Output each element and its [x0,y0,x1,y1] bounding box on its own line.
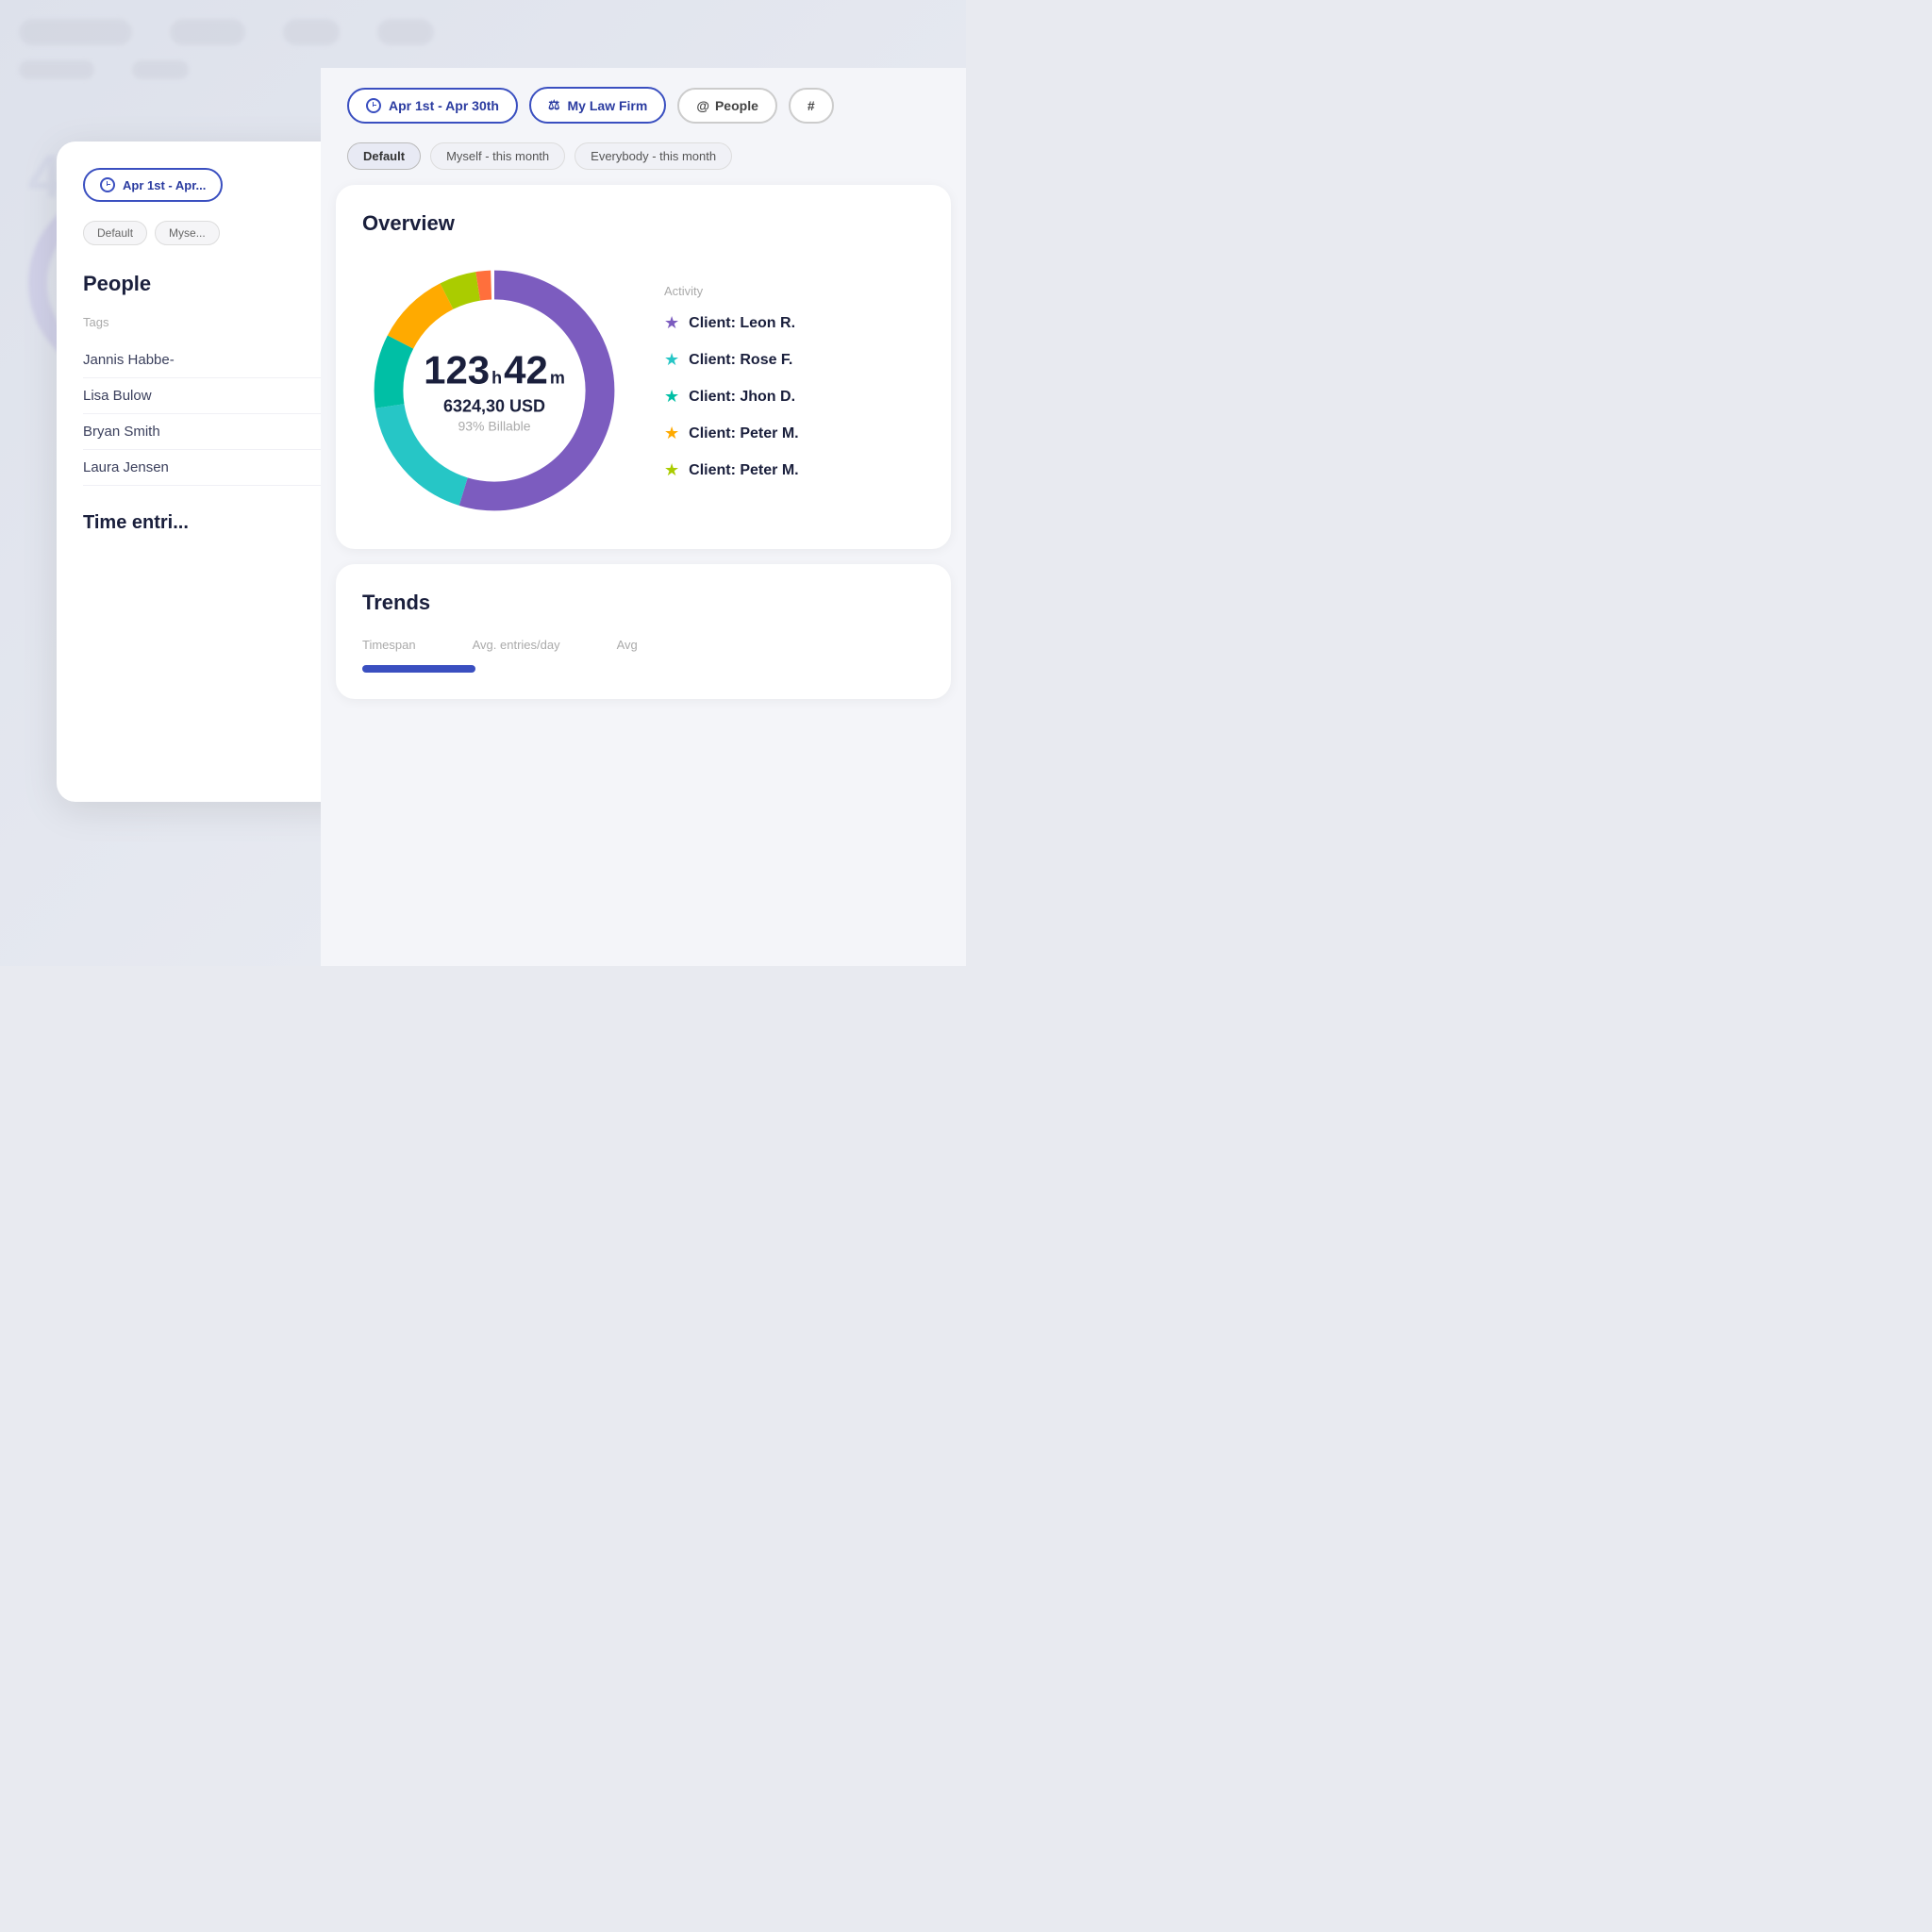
activity-name-0: Client: Leon R. [689,315,795,332]
donut-mins-unit: m [550,369,565,389]
star-icon-1: ★ [664,350,679,370]
activity-item-1: ★ Client: Rose F. [664,350,924,370]
scale-icon: ⚖ [548,97,560,113]
star-icon-2: ★ [664,387,679,407]
donut-mins-num: 42 [504,348,548,393]
chip-default[interactable]: Default [347,142,421,170]
firm-filter-btn[interactable]: ⚖ My Law Firm [529,87,666,124]
trends-bar [362,665,475,673]
activity-panel: Activity ★ Client: Leon R. ★ Client: Ros… [664,284,924,497]
date-filter-btn[interactable]: Apr 1st - Apr 30th [347,88,518,124]
filter-bar: Apr 1st - Apr 30th ⚖ My Law Firm @ Peopl… [321,68,966,142]
left-panel-date-btn[interactable]: Apr 1st - Apr... [83,168,223,202]
left-chip-default[interactable]: Default [83,221,147,245]
donut-center: 123 h 42 m 6324,30 USD 93% Billable [424,348,565,434]
donut-hours-row: 123 h 42 m [424,348,565,393]
trends-col-avg: Avg. entries/day [473,638,560,652]
donut-hours-unit: h [491,369,502,389]
overview-card: Overview [336,185,951,549]
activity-name-4: Client: Peter M. [689,462,798,479]
trends-title: Trends [362,591,924,615]
firm-label: My Law Firm [568,98,648,113]
date-label: Apr 1st - Apr 30th [389,98,499,113]
clock-icon-main [366,98,381,113]
overview-title: Overview [362,211,924,236]
left-chip-myse[interactable]: Myse... [155,221,220,245]
chip-everybody[interactable]: Everybody - this month [575,142,732,170]
people-label: People [715,98,758,113]
left-people-title: People [83,272,351,296]
list-item[interactable]: Bryan Smith [83,414,351,450]
trends-cols: Timespan Avg. entries/day Avg [362,638,924,652]
list-item[interactable]: Laura Jensen [83,450,351,486]
donut-chart: 123 h 42 m 6324,30 USD 93% Billable [362,258,626,523]
clock-icon-left [100,177,115,192]
left-time-entries-title: Time entri... [83,512,351,534]
hash-filter-btn[interactable]: # [789,88,834,124]
trends-col-avg2: Avg [617,638,638,652]
star-icon-3: ★ [664,424,679,443]
activity-item-2: ★ Client: Jhon D. [664,387,924,407]
donut-usd: 6324,30 USD [424,397,565,417]
activity-name-1: Client: Rose F. [689,352,792,369]
activity-item-0: ★ Client: Leon R. [664,313,924,333]
at-icon: @ [696,98,709,113]
hash-icon: # [808,98,815,113]
activity-name-3: Client: Peter M. [689,425,798,442]
donut-hours-num: 123 [424,348,490,393]
left-tags-label: Tags [83,315,351,329]
star-icon-4: ★ [664,460,679,480]
main-card: Apr 1st - Apr 30th ⚖ My Law Firm @ Peopl… [321,68,966,966]
trends-col-timespan: Timespan [362,638,416,652]
trends-bar-row [362,665,924,673]
list-item[interactable]: Lisa Bulow [83,378,351,414]
activity-name-2: Client: Jhon D. [689,389,795,406]
chip-myself[interactable]: Myself - this month [430,142,565,170]
donut-billable: 93% Billable [424,419,565,434]
chips-row: Default Myself - this month Everybody - … [321,142,966,185]
activity-label: Activity [664,284,924,298]
activity-item-4: ★ Client: Peter M. [664,460,924,480]
people-filter-btn[interactable]: @ People [677,88,777,124]
activity-item-3: ★ Client: Peter M. [664,424,924,443]
left-date-label: Apr 1st - Apr... [123,178,206,192]
star-icon-0: ★ [664,313,679,333]
trends-card: Trends Timespan Avg. entries/day Avg [336,564,951,699]
list-item[interactable]: Jannis Habbe- [83,342,351,378]
overview-content: 123 h 42 m 6324,30 USD 93% Billable Acti… [362,258,924,523]
left-filter-row: Default Myse... [83,221,351,245]
